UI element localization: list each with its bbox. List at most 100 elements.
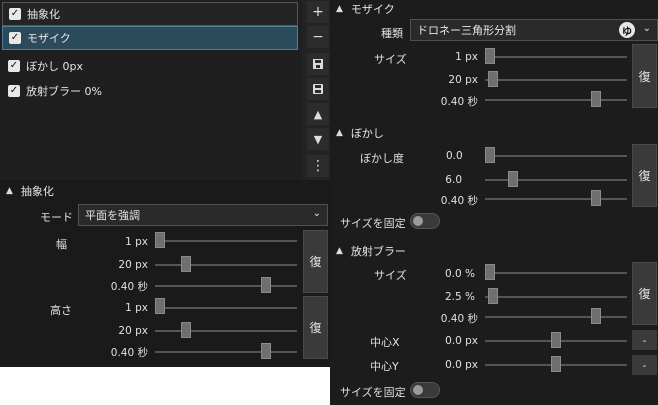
radial-value-3: 0.40 秒	[440, 313, 478, 325]
center-y-value: 0.0 px	[445, 359, 478, 371]
slider-track	[485, 99, 627, 101]
height-reset-button[interactable]: 復	[303, 296, 328, 359]
radial-size-label: サイズ	[374, 269, 407, 282]
abstract-title: 抽象化	[20, 185, 54, 198]
dash-label: -	[642, 358, 647, 372]
height-slider-2[interactable]	[181, 322, 192, 338]
arrow-up-icon: ▲	[313, 107, 323, 121]
blur-degree-label: ぼかし度	[360, 152, 404, 165]
radial-slider-2[interactable]	[487, 288, 498, 304]
center-y-reset-button[interactable]: -	[632, 355, 657, 375]
checkbox-icon[interactable]: ✓	[8, 85, 20, 97]
mosaic-slider-2[interactable]	[487, 71, 498, 87]
blur-reset-button[interactable]: 復	[632, 144, 657, 207]
effect-item-label: 抽象化	[27, 8, 60, 21]
mosaic-title: モザイク	[350, 3, 395, 16]
move-down-button[interactable]: ▼	[307, 128, 329, 150]
radial-value-1: 0.0 %	[444, 268, 475, 280]
blur-fix-size-toggle[interactable]	[410, 213, 440, 229]
more-button[interactable]: ⋮	[307, 155, 329, 177]
reset-label: 復	[309, 255, 322, 269]
checkbox-icon[interactable]: ✓	[9, 32, 21, 44]
radial-value-2: 2.5 %	[444, 291, 475, 303]
mosaic-size-label: サイズ	[374, 53, 407, 66]
slider-track	[155, 330, 297, 332]
radial-slider-1[interactable]	[485, 264, 495, 280]
mode-label: モード	[40, 211, 73, 224]
height-slider-3[interactable]	[260, 343, 271, 359]
mosaic-slider-3[interactable]	[590, 91, 601, 107]
chevron-up-icon: ▲	[6, 186, 13, 196]
save-copy-icon	[313, 59, 323, 69]
remove-button[interactable]: −	[307, 26, 329, 48]
effect-item-abstract[interactable]: ✓ 抽象化	[2, 2, 298, 26]
radial-fix-size-toggle[interactable]	[410, 382, 440, 398]
radial-blur-title: 放射ブラー	[350, 245, 406, 258]
effect-item-label: 放射ブラー 0%	[26, 85, 102, 98]
effect-item-radial-blur[interactable]: ✓ 放射ブラー 0%	[2, 79, 298, 103]
mosaic-type-select[interactable]: ドロネー三角形分割 ゆ ⌄	[410, 19, 658, 41]
save-button[interactable]	[307, 78, 329, 100]
favorite-icon[interactable]: ゆ	[619, 22, 635, 38]
chevron-up-icon: ▲	[336, 246, 343, 256]
center-x-slider[interactable]	[551, 332, 561, 348]
blur-slider-3[interactable]	[590, 190, 601, 206]
blur-slider-2[interactable]	[508, 171, 519, 187]
effect-item-mosaic[interactable]: ✓ モザイク	[2, 26, 298, 50]
checkbox-icon[interactable]: ✓	[9, 8, 21, 20]
plus-icon: +	[312, 4, 324, 20]
radial-reset-button[interactable]: 復	[632, 262, 657, 325]
more-icon: ⋮	[311, 158, 325, 174]
effect-item-label: ぼかし 0px	[26, 60, 83, 73]
mosaic-value-1: 1 px	[455, 51, 478, 63]
toggle-knob	[413, 216, 423, 226]
height-slider-1[interactable]	[155, 298, 165, 314]
center-x-reset-button[interactable]: -	[632, 330, 657, 350]
slider-track	[485, 56, 627, 58]
slider-track	[485, 155, 627, 157]
width-slider-3[interactable]	[260, 277, 271, 293]
mosaic-value-2: 20 px	[448, 74, 478, 86]
blur-slider-1[interactable]	[485, 147, 495, 163]
add-button[interactable]: +	[307, 1, 329, 23]
mosaic-type-label: 種類	[381, 27, 403, 40]
width-slider-1[interactable]	[155, 232, 165, 248]
chevron-down-icon: ⌄	[312, 208, 321, 219]
effect-item-blur[interactable]: ✓ ぼかし 0px	[2, 54, 298, 78]
blur-value-3: 0.40 秒	[440, 195, 478, 207]
mosaic-value-3: 0.40 秒	[440, 96, 478, 108]
mode-select-value: 平面を強調	[85, 209, 140, 222]
mode-select[interactable]: 平面を強調 ⌄	[78, 204, 328, 226]
radial-slider-3[interactable]	[590, 308, 601, 324]
mosaic-reset-button[interactable]: 復	[632, 44, 657, 108]
blur-title: ぼかし	[350, 127, 384, 140]
abstract-header[interactable]: ▲ 抽象化	[6, 183, 54, 199]
slider-track	[155, 285, 297, 287]
blur-fix-size-label: サイズを固定	[340, 217, 406, 230]
slider-track	[485, 316, 627, 318]
save-icon	[313, 84, 323, 94]
slider-track	[485, 79, 627, 81]
width-reset-button[interactable]: 復	[303, 230, 328, 293]
save-copy-button[interactable]	[307, 53, 329, 75]
toggle-knob	[413, 385, 423, 395]
checkbox-icon[interactable]: ✓	[8, 60, 20, 72]
move-up-button[interactable]: ▲	[307, 103, 329, 125]
slider-track	[485, 296, 627, 298]
effect-item-label: モザイク	[27, 32, 71, 45]
width-slider-2[interactable]	[181, 256, 192, 272]
radial-blur-header[interactable]: ▲ 放射ブラー	[336, 243, 406, 259]
center-x-value: 0.0 px	[445, 335, 478, 347]
width-value-3: 0.40 秒	[110, 281, 148, 293]
width-label: 幅	[56, 238, 67, 251]
center-y-slider[interactable]	[551, 356, 561, 372]
blur-header[interactable]: ▲ ぼかし	[336, 125, 384, 141]
slider-track	[155, 240, 297, 242]
height-label: 高さ	[50, 304, 72, 317]
mosaic-slider-1[interactable]	[485, 48, 495, 64]
slider-track	[485, 198, 627, 200]
height-value-3: 0.40 秒	[110, 347, 148, 359]
width-value-2: 20 px	[118, 259, 148, 271]
mosaic-header[interactable]: ▲ モザイク	[336, 2, 395, 16]
radial-fix-size-label: サイズを固定	[340, 386, 406, 399]
